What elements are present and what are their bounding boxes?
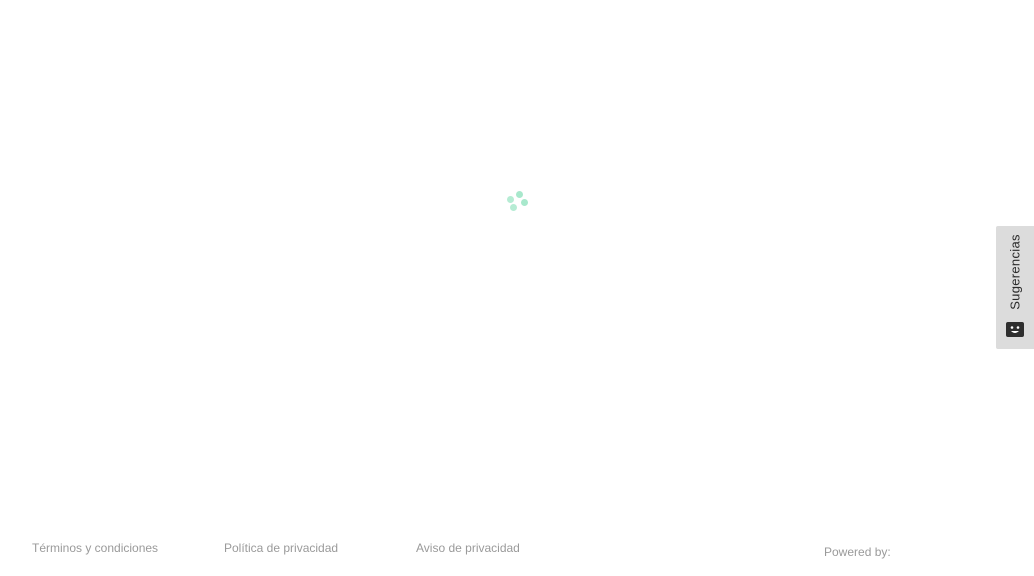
spinner-dot <box>521 199 528 206</box>
powered-by-text: Powered by: <box>824 545 891 559</box>
footer-link-privacy-policy[interactable]: Política de privacidad <box>224 541 338 555</box>
spinner-dot <box>510 204 517 211</box>
spinner-dot <box>507 196 514 203</box>
page: Sugerencias Términos y condiciones Polít… <box>0 0 1034 576</box>
feedback-face-icon <box>1006 322 1024 337</box>
footer-link-privacy-notice[interactable]: Aviso de privacidad <box>416 541 520 555</box>
feedback-tab-label: Sugerencias <box>1007 234 1023 310</box>
feedback-tab-button[interactable]: Sugerencias <box>996 226 1034 349</box>
spinner-dot <box>516 191 523 198</box>
loading-spinner-icon <box>503 188 531 216</box>
footer-link-terms[interactable]: Términos y condiciones <box>32 541 158 555</box>
